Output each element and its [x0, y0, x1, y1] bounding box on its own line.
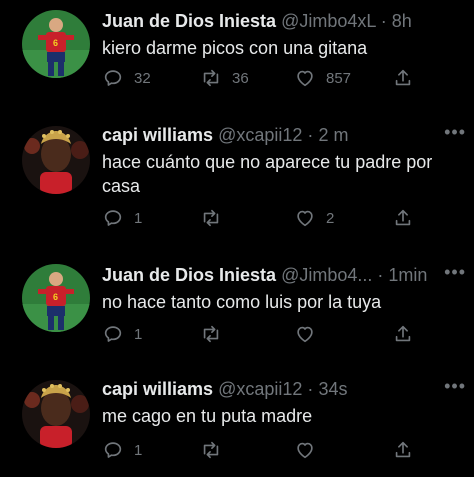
tweet-header: capi williams @xcapii12 · 34s	[102, 378, 464, 400]
reply-button[interactable]: 1	[102, 322, 142, 346]
author-name[interactable]: capi williams	[102, 125, 213, 145]
tweet-time[interactable]: 8h	[392, 11, 412, 31]
retweet-button[interactable]: 36	[200, 66, 249, 90]
author-handle[interactable]: @Jimbo4...	[281, 265, 372, 285]
retweet-button[interactable]	[200, 438, 232, 462]
reply-count: 1	[134, 325, 143, 343]
retweet-icon	[203, 69, 219, 87]
avatar-juan[interactable]: 6	[22, 264, 90, 332]
separator-dot: ·	[377, 265, 384, 285]
share-button[interactable]	[392, 438, 414, 462]
tweet-actions: 32 36 857	[102, 66, 411, 90]
more-icon[interactable]: •••	[444, 122, 466, 143]
like-button[interactable]	[294, 322, 326, 346]
tweet-actions: 1 2	[102, 206, 411, 230]
tweet-header: Juan de Dios Iniesta @Jimbo4xL · 8h	[102, 10, 464, 32]
like-button[interactable]	[294, 438, 326, 462]
separator-dot: ·	[307, 125, 314, 145]
more-icon[interactable]: •••	[444, 262, 466, 283]
like-count: 2	[326, 209, 335, 227]
reply-button[interactable]: 32	[102, 66, 151, 90]
like-button[interactable]: 2	[294, 206, 334, 230]
like-button[interactable]: 857	[294, 66, 351, 90]
like-count: 857	[326, 69, 352, 87]
tweet-text: hace cuánto que no aparece tu padre por …	[102, 152, 433, 196]
author-name[interactable]: Juan de Dios Iniesta	[102, 265, 276, 285]
retweet-button[interactable]	[200, 206, 232, 230]
share-icon	[395, 325, 411, 342]
heart-icon	[297, 210, 313, 227]
author-handle[interactable]: @xcapii12	[218, 379, 302, 399]
reply-icon	[104, 442, 122, 458]
tweet-actions: 1	[102, 438, 411, 462]
author-name[interactable]: capi williams	[102, 379, 213, 399]
retweet-count: 36	[232, 69, 249, 87]
svg-text:6: 6	[53, 292, 58, 302]
heart-icon	[297, 70, 313, 87]
author-handle[interactable]: @xcapii12	[218, 125, 302, 145]
tweet-thread: 6 Juan de Dios Iniesta @Jimbo4xL · 8h ki…	[0, 0, 474, 477]
reply-button[interactable]: 1	[102, 438, 142, 462]
retweet-icon	[203, 325, 219, 343]
reply-count: 32	[134, 69, 151, 87]
reply-icon	[104, 326, 122, 342]
share-button[interactable]	[392, 206, 414, 230]
reply-button[interactable]: 1	[102, 206, 142, 230]
svg-text:6: 6	[53, 38, 58, 48]
retweet-button[interactable]	[200, 322, 232, 346]
tweet-header: capi williams @xcapii12 · 2 m	[102, 124, 464, 146]
tweet-text: me cago en tu puta madre	[102, 406, 313, 426]
tweet-time[interactable]: 34s	[318, 379, 347, 399]
reply-count: 1	[134, 441, 143, 459]
share-button[interactable]	[392, 322, 414, 346]
heart-icon	[297, 442, 313, 459]
share-icon	[395, 209, 411, 226]
share-icon	[395, 441, 411, 458]
reply-icon	[104, 70, 122, 86]
retweet-icon	[203, 209, 219, 227]
avatar-juan[interactable]: 6	[22, 10, 90, 78]
share-button[interactable]	[392, 66, 414, 90]
tweet-text: kiero darme picos con una gitana	[102, 38, 368, 58]
tweet-header: Juan de Dios Iniesta @Jimbo4... · 1min	[102, 264, 464, 286]
reply-icon	[104, 210, 122, 226]
reply-count: 1	[134, 209, 143, 227]
tweet-text: no hace tanto como luis por la tuya	[102, 292, 382, 312]
tweet-time[interactable]: 2 m	[318, 125, 348, 145]
retweet-icon	[203, 441, 219, 459]
tweet-time[interactable]: 1min	[388, 265, 427, 285]
more-icon[interactable]: •••	[444, 376, 466, 397]
author-handle[interactable]: @Jimbo4xL	[281, 11, 376, 31]
share-icon	[395, 69, 411, 86]
avatar-capi[interactable]	[22, 126, 90, 194]
separator-dot: ·	[380, 11, 387, 31]
separator-dot: ·	[307, 379, 314, 399]
tweet-actions: 1	[102, 322, 411, 346]
avatar-capi[interactable]	[22, 380, 90, 448]
heart-icon	[297, 326, 313, 343]
author-name[interactable]: Juan de Dios Iniesta	[102, 11, 276, 31]
